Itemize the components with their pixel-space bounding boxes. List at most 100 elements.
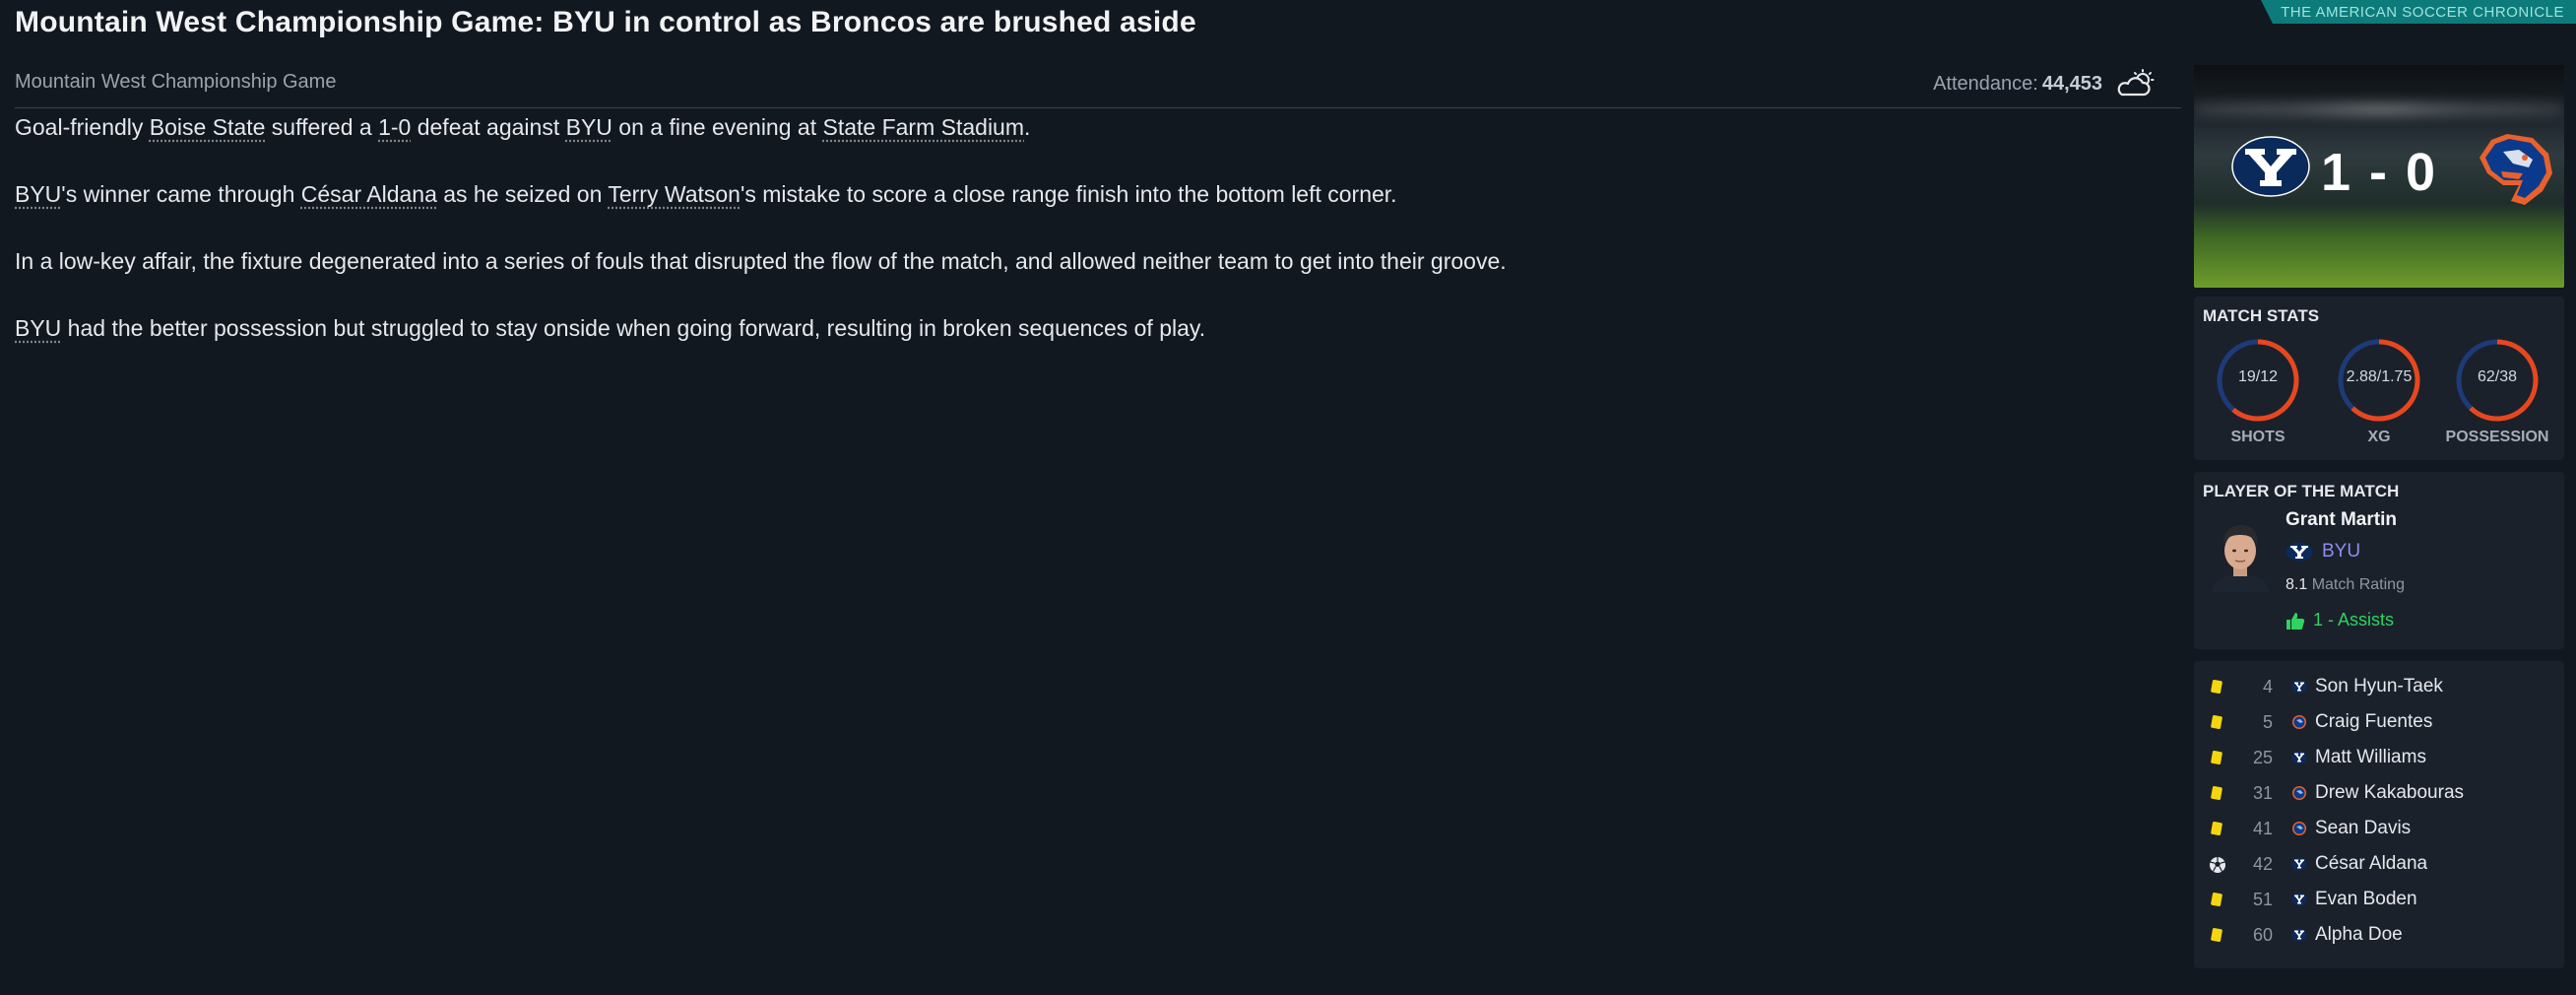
event-row[interactable]: 42 César Aldana xyxy=(2194,846,2564,882)
text-run: suffered a xyxy=(265,114,379,140)
stadium-lights xyxy=(2194,93,2564,126)
goal-ball-icon xyxy=(2209,856,2226,879)
team-link-byu[interactable]: BYU xyxy=(566,114,612,140)
match-rating-value: 8.1 xyxy=(2286,576,2308,593)
player-team-link[interactable]: BYU xyxy=(2286,541,2360,563)
stat-shots[interactable]: 19/12 SHOTS xyxy=(2199,337,2317,446)
player-avatar[interactable] xyxy=(2208,519,2273,597)
attendance-label: Attendance: xyxy=(1933,72,2038,95)
stat-ring: 62/38 xyxy=(2454,337,2541,424)
assists-label: 1 - Assists xyxy=(2313,610,2395,630)
event-minute: 41 xyxy=(2252,818,2273,838)
yellow-card-icon xyxy=(2209,785,2224,806)
event-player-name[interactable]: Sean Davis xyxy=(2315,818,2411,839)
team-link-boise-state[interactable]: Boise State xyxy=(150,114,266,140)
byu-crest-icon xyxy=(2291,927,2307,948)
player-link-scorer[interactable]: César Aldana xyxy=(301,181,437,207)
event-row[interactable]: 41 Sean Davis xyxy=(2194,811,2564,846)
yellow-card-icon xyxy=(2209,892,2224,912)
event-minute: 5 xyxy=(2262,711,2273,732)
text-run: as he seized on xyxy=(436,181,609,207)
byu-crest-icon xyxy=(2291,856,2307,877)
event-player-name[interactable]: Drew Kakabouras xyxy=(2315,782,2464,804)
competition-label: Mountain West Championship Game xyxy=(15,71,337,93)
match-report: Goal-friendly Boise State suffered a 1-0… xyxy=(15,110,2161,345)
event-row[interactable]: 4 Son Hyun-Taek xyxy=(2194,669,2564,704)
text-run: . xyxy=(1024,114,1031,140)
match-rating-label: Match Rating xyxy=(2311,576,2405,593)
team-link-byu[interactable]: BYU xyxy=(15,315,61,341)
report-paragraph: Goal-friendly Boise State suffered a 1-0… xyxy=(15,110,2161,144)
stat-label: POSSESSION xyxy=(2445,429,2549,445)
report-paragraph: BYU had the better possession but strugg… xyxy=(15,311,2161,345)
event-player-name[interactable]: Alpha Doe xyxy=(2315,924,2403,946)
event-player-name[interactable]: César Aldana xyxy=(2315,853,2427,875)
text-run: on a fine evening at xyxy=(612,114,823,140)
event-minute: 4 xyxy=(2262,676,2273,696)
assists-stat: 1 - Assists xyxy=(2286,610,2394,630)
yellow-card-icon xyxy=(2209,714,2224,735)
player-of-the-match-panel: PLAYER OF THE MATCH Grant Martin BYU 8.1… xyxy=(2194,472,2564,649)
team-link-byu[interactable]: BYU xyxy=(15,181,61,207)
attendance-value: 44,453 xyxy=(2041,72,2102,95)
byu-crest-icon xyxy=(2291,892,2307,912)
stat-label: SHOTS xyxy=(2230,429,2286,445)
event-player-name[interactable]: Craig Fuentes xyxy=(2315,711,2432,733)
stat-label: XG xyxy=(2367,429,2391,445)
stat-value: 62/38 xyxy=(2477,368,2518,385)
thumbs-up-icon xyxy=(2286,612,2305,630)
text-run: Goal-friendly xyxy=(15,114,150,140)
match-rating: 8.1 Match Rating xyxy=(2286,576,2405,594)
stat-value: 2.88/1.75 xyxy=(2346,368,2413,385)
event-row[interactable]: 51 Evan Boden xyxy=(2194,882,2564,917)
stat-possession[interactable]: 62/38 POSSESSION xyxy=(2438,337,2556,446)
potm-title: PLAYER OF THE MATCH xyxy=(2203,482,2400,500)
event-player-name[interactable]: Matt Williams xyxy=(2315,747,2426,768)
stat-ring: 19/12 xyxy=(2215,337,2301,424)
yellow-card-icon xyxy=(2209,821,2224,841)
report-paragraph: In a low-key affair, the fixture degener… xyxy=(15,248,1507,274)
player-team-name: BYU xyxy=(2322,541,2361,562)
event-player-name[interactable]: Son Hyun-Taek xyxy=(2315,676,2443,697)
stat-ring: 2.88/1.75 xyxy=(2336,337,2422,424)
report-paragraph: BYU's winner came through César Aldana a… xyxy=(15,177,2161,211)
yellow-card-icon xyxy=(2209,927,2224,948)
score-link[interactable]: 1-0 xyxy=(378,114,411,140)
yellow-card-icon xyxy=(2209,679,2224,699)
event-minute: 60 xyxy=(2252,924,2273,945)
stat-value: 19/12 xyxy=(2237,368,2279,385)
player-name[interactable]: Grant Martin xyxy=(2286,509,2397,531)
scoreboard-panel: 1 - 0 xyxy=(2194,65,2564,288)
text-run: defeat against xyxy=(411,114,566,140)
broncos-crest-icon xyxy=(2291,714,2307,735)
venue-link[interactable]: State Farm Stadium xyxy=(822,114,1024,140)
event-row[interactable]: 5 Craig Fuentes xyxy=(2194,704,2564,740)
broncos-crest-icon xyxy=(2291,821,2307,841)
match-stats-title: MATCH STATS xyxy=(2203,306,2320,325)
match-events-panel: 4 Son Hyun-Taek 5 Craig Fuentes 25 Matt Willi… xyxy=(2194,661,2564,968)
brand-banner[interactable]: THE AMERICAN SOCCER CHRONICLE xyxy=(2261,0,2576,24)
article-subheader: Mountain West Championship Game Attendan… xyxy=(15,65,2181,108)
brand-label: THE AMERICAN SOCCER CHRONICLE xyxy=(2281,3,2564,21)
attendance: Attendance: 44,453 xyxy=(1933,69,2156,99)
byu-crest-icon xyxy=(2291,750,2307,770)
stat-xg[interactable]: 2.88/1.75 XG xyxy=(2320,337,2438,446)
article-headline: Mountain West Championship Game: BYU in … xyxy=(15,6,1196,38)
player-link-culprit[interactable]: Terry Watson xyxy=(608,181,741,207)
event-minute: 51 xyxy=(2252,889,2273,909)
broncos-crest-icon xyxy=(2291,785,2307,806)
event-row[interactable]: 60 Alpha Doe xyxy=(2194,917,2564,953)
event-player-name[interactable]: Evan Boden xyxy=(2315,889,2417,910)
event-row[interactable]: 25 Matt Williams xyxy=(2194,740,2564,775)
event-minute: 25 xyxy=(2252,747,2273,767)
byu-crest-icon xyxy=(2286,542,2313,562)
event-row[interactable]: 31 Drew Kakabouras xyxy=(2194,775,2564,811)
text-run: had the better possession but struggled … xyxy=(61,315,1206,341)
partly-cloudy-icon xyxy=(2116,69,2156,99)
match-stats-panel: MATCH STATS 19/12 SHOTS 2.88/1.75 XG 62/… xyxy=(2194,297,2564,460)
event-minute: 42 xyxy=(2252,853,2273,874)
text-run: 's winner came through xyxy=(61,181,301,207)
event-minute: 31 xyxy=(2252,782,2273,803)
yellow-card-icon xyxy=(2209,750,2224,770)
broncos-crest-icon[interactable] xyxy=(2474,130,2556,214)
